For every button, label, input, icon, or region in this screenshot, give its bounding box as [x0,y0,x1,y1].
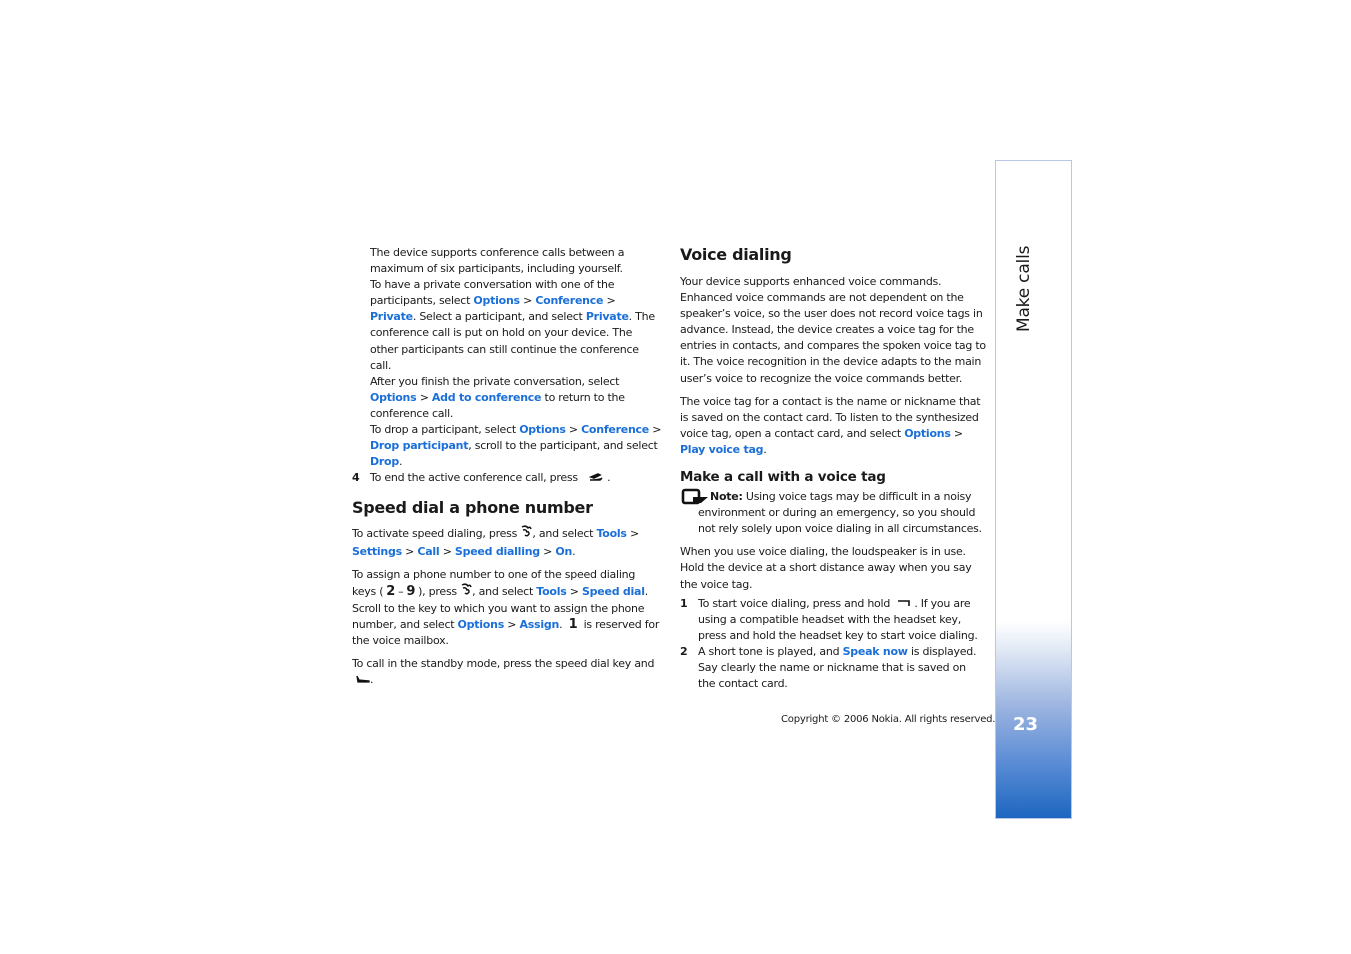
step-2: 2 A short tone is played, and Speak now … [680,644,986,692]
separator: > [565,423,582,437]
voice-key-icon [897,596,911,612]
page-number: 23 [1013,714,1039,735]
link-conference[interactable]: Conference [535,294,603,307]
text: To call in the standby mode, press the s… [352,657,655,671]
link-options[interactable]: Options [473,294,520,307]
voice-commands-paragraph: Your device supports enhanced voice comm… [680,275,986,385]
loudspeaker-paragraph: When you use voice dialing, the loudspea… [680,545,972,591]
text: The device supports conference calls bet… [370,246,625,276]
assign-speed-dial-paragraph: To assign a phone number to one of the s… [352,567,660,648]
link-options[interactable]: Options [904,427,951,440]
text: After you finish the private conversatio… [370,374,620,388]
conference-paragraph: The device supports conference calls bet… [370,245,662,277]
text: A short tone is played, and [698,644,843,658]
separator: > [519,294,536,308]
link-options[interactable]: Options [458,618,505,631]
text: , and select [532,527,597,541]
key-1-icon: 1 [568,616,578,632]
left-column: The device supports conference calls bet… [352,245,662,688]
step-1: 1 To start voice dialing, press and hold… [680,596,986,644]
note-block: Note: Using voice tags may be difficult … [680,488,986,537]
link-play-voice-tag[interactable]: Play voice tag [680,443,764,456]
link-add-to-conference[interactable]: Add to conference [432,391,542,404]
link-private[interactable]: Private [586,310,629,323]
conference-instructions: The device supports conference calls bet… [352,245,662,470]
make-call-voice-tag-heading: Make a call with a voice tag [680,469,886,486]
step-number: 1 [680,596,688,610]
separator: > [401,544,418,558]
separator: > [566,584,582,598]
after-private-paragraph: After you finish the private conversatio… [370,374,662,422]
step-4: 4 To end the active conference call, pre… [352,470,662,486]
separator: > [626,527,639,541]
link-call[interactable]: Call [417,545,439,558]
text: , and select [472,584,537,598]
link-drop-participant[interactable]: Drop participant [370,439,469,452]
standby-call-paragraph: To call in the standby mode, press the s… [352,656,662,688]
link-settings[interactable]: Settings [352,545,402,558]
link-private[interactable]: Private [370,310,413,323]
text: Select a participant, and select [419,310,586,324]
link-drop[interactable]: Drop [370,455,399,468]
separator: > [504,617,520,631]
separator: > [539,544,556,558]
link-conference[interactable]: Conference [581,423,649,436]
voice-dialing-heading: Voice dialing [680,245,792,264]
right-column: Voice dialing Your device supports enhan… [680,245,986,692]
end-call-key-icon [588,470,603,486]
voice-tag-paragraph: The voice tag for a contact is the name … [680,394,981,456]
separator: > [416,390,432,404]
step-number: 2 [680,644,688,658]
link-tools[interactable]: Tools [536,585,566,598]
link-options[interactable]: Options [370,391,417,404]
note-label: Note: [710,490,743,504]
call-key-icon [356,672,370,688]
link-assign[interactable]: Assign [519,618,559,631]
text: To activate speed dialing, press [352,527,521,541]
step-number: 4 [352,471,360,485]
separator: > [439,544,455,558]
note-icon [681,488,709,510]
copyright-footer: Copyright © 2006 Nokia. All rights reser… [781,714,996,725]
menu-key-icon [460,583,472,601]
menu-key-icon [520,525,533,543]
link-speak-now[interactable]: Speak now [843,645,908,658]
link-speed-dialling[interactable]: Speed dialling [455,545,540,558]
private-conversation-paragraph: To have a private conversation with one … [370,278,655,372]
link-options[interactable]: Options [519,423,566,436]
text: To end the active conference call, press [370,471,578,485]
key-9-icon: 9 [406,583,416,599]
drop-participant-paragraph: To drop a participant, select Options > … [370,423,662,469]
separator: > [603,294,616,308]
link-on[interactable]: On [555,545,572,558]
range-dash: – [398,584,404,598]
key-2-icon: 2 [386,583,396,599]
link-speed-dial[interactable]: Speed dial [582,585,645,598]
text: , scroll to the participant, and select [468,439,658,453]
activate-speed-dial-paragraph: To activate speed dialing, press , and s… [352,525,662,559]
chapter-title: Make calls [1014,245,1034,332]
separator: > [649,423,662,437]
link-tools[interactable]: Tools [597,528,627,541]
speed-dial-heading: Speed dial a phone number [352,498,593,518]
text: To start voice dialing, press and hold [698,596,894,610]
text: ), press [418,584,461,598]
text: To drop a participant, select [370,423,520,437]
